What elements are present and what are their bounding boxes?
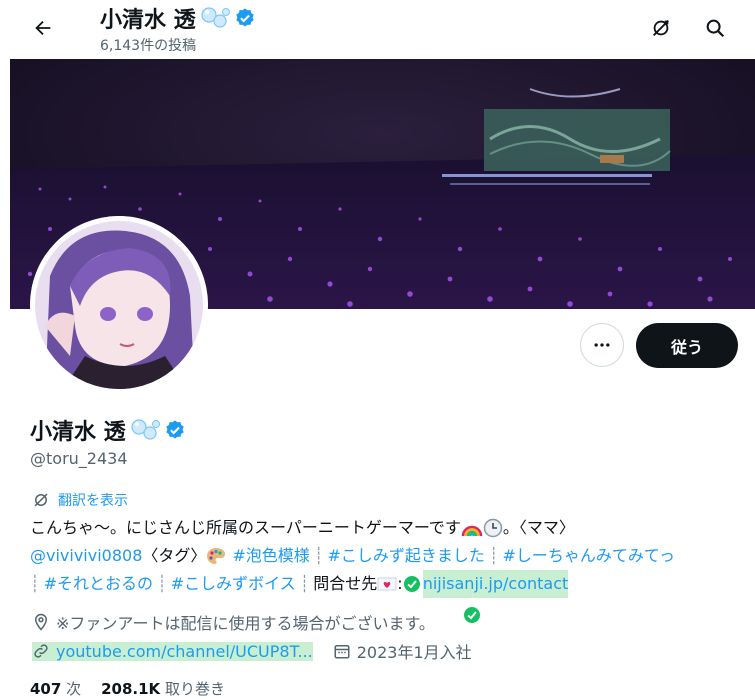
verified-badge-icon (165, 420, 184, 439)
back-arrow-icon (35, 20, 51, 36)
bio-line-3: ┊ #それとおるの ┊ #こしみずボイス ┊ 問合せ先 : nijisanji.… (30, 570, 750, 598)
search-button[interactable] (697, 10, 733, 46)
bio-line-2: @vivivivi0808 〈タグ〉 #泡色模様 ┊ #こしみず起きました ┊ … (30, 542, 750, 570)
tag-text: 〈タグ〉 (142, 546, 207, 565)
avatar[interactable] (30, 216, 208, 394)
following-stat[interactable]: 407 次 (30, 678, 81, 699)
contact-label: 問合せ先 (313, 574, 378, 593)
search-icon (706, 19, 725, 38)
following-label: 次 (66, 680, 82, 698)
separator: ┊ (313, 546, 324, 565)
followers-stat[interactable]: 208.1K 取り巻き (101, 678, 225, 699)
translate-bio-link[interactable]: 翻訳を表示 (32, 490, 128, 510)
contact-link[interactable]: nijisanji.jp/contact (422, 570, 569, 598)
separator: ┊ (30, 574, 40, 593)
header-title: 小清水 透 (100, 2, 256, 34)
mama-mention-link[interactable]: @vivivivi0808 (30, 542, 142, 570)
hashtag-link[interactable]: #泡色模様 (232, 542, 309, 570)
palette-icon (207, 548, 226, 564)
more-button[interactable] (580, 323, 624, 367)
green-check-icon (463, 607, 480, 623)
separator: ┊ (157, 574, 167, 593)
header-name: 小清水 透 (100, 8, 196, 33)
follow-stats: 407 次 208.1K 取り巻き (30, 678, 225, 699)
back-button[interactable] (25, 10, 61, 46)
separator: ┊ (488, 546, 499, 565)
calendar-icon (334, 645, 350, 659)
website-link[interactable]: youtube.com/channel/UCUP8T... (32, 641, 313, 661)
follow-button[interactable]: 従う (636, 323, 738, 368)
location-line: ※ファンアートは配信に使用する場合がございます。 (32, 607, 481, 634)
hashtag-link[interactable]: #こしみず起きました (327, 542, 484, 570)
link-icon (34, 644, 48, 658)
profile-bio: こんちゃ〜。にじさんじ所属のスーパーニートゲーマーです 。〈ママ〉 @viviv… (30, 514, 750, 598)
translate-label: 翻訳を表示 (58, 493, 128, 509)
translate-icon (34, 493, 48, 507)
profile-name-text: 小清水 透 (30, 420, 126, 445)
website-joined-line: youtube.com/channel/UCUP8T... 2023年1月入社 (32, 639, 472, 663)
profile-handle: @toru_2434 (30, 449, 128, 468)
bio-text-end: 。〈ママ〉 (502, 518, 575, 537)
bio-line-1: こんちゃ〜。にじさんじ所属のスーパーニートゲーマーです 。〈ママ〉 (30, 514, 750, 542)
no-translate-icon (653, 20, 669, 36)
translate-toggle-button[interactable] (643, 10, 679, 46)
clock-icon (483, 518, 503, 538)
hashtag-link[interactable]: #しーちゃんみてみてっ (503, 542, 675, 570)
followers-count: 208.1K (101, 680, 161, 698)
more-icon (594, 343, 610, 347)
bio-text: こんちゃ〜。にじさんじ所属のスーパーニートゲーマーです (30, 518, 461, 537)
heart-letter-icon (377, 577, 397, 591)
location-icon (34, 613, 48, 631)
bubbles-icon (201, 7, 230, 28)
separator: ┊ (299, 574, 310, 593)
verified-badge-icon (235, 8, 254, 27)
profile-name: 小清水 透 (30, 414, 186, 446)
bubbles-icon (131, 419, 160, 440)
green-check-icon (403, 576, 420, 592)
post-count: 6,143件の投稿 (100, 38, 197, 54)
hashtag-link[interactable]: #それとおるの (44, 570, 153, 598)
location-text: ※ファンアートは配信に使用する場合がございます。 (56, 614, 435, 633)
followers-label: 取り巻き (164, 680, 225, 698)
joined-date: 2023年1月入社 (356, 643, 472, 662)
website-text: youtube.com/channel/UCUP8T... (56, 641, 313, 661)
hashtag-link[interactable]: #こしみずボイス (171, 570, 296, 598)
avatar-image (30, 216, 208, 394)
rainbow-icon (461, 525, 483, 537)
following-count: 407 (30, 680, 62, 698)
